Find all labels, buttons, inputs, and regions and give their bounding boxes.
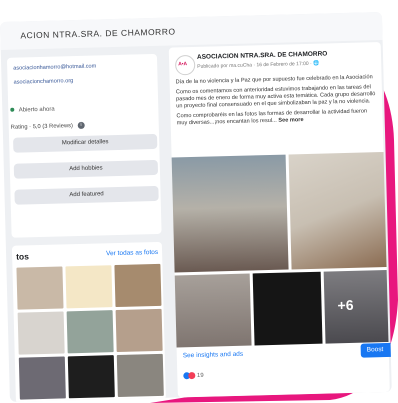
photo-thumbnail[interactable]: [16, 266, 64, 310]
see-all-photos-link[interactable]: Ver todas as fotos: [106, 249, 158, 257]
post-meta: Publicado por ma.cuCha · 16 de Febrero d…: [197, 61, 319, 70]
left-column: asociacionhamorro@hotmail.com asociacion…: [1, 48, 172, 402]
page-avatar[interactable]: A•A: [174, 54, 196, 76]
photos-panel: tos Ver todas as fotos: [11, 241, 166, 402]
more-photos-count: +6: [337, 296, 354, 314]
post-photo-group[interactable]: [171, 154, 289, 273]
reactions-row[interactable]: 19: [183, 372, 204, 380]
rating-row: Rating · 5,0 (3 Reviews) i: [10, 121, 85, 131]
post-meta-text: Publicado por ma.cuCha · 16 de Febrero d…: [197, 60, 314, 70]
photo-thumbnail[interactable]: [17, 311, 65, 355]
info-icon[interactable]: i: [77, 121, 85, 130]
photo-thumbnail[interactable]: [66, 310, 114, 354]
reactions-count: 19: [196, 372, 204, 380]
boost-button[interactable]: Boost: [360, 342, 392, 358]
photos-title: tos: [16, 251, 30, 262]
insights-link[interactable]: See insights and ads: [183, 351, 244, 360]
page-title: ACION NTRA.SRA. DE CHAMORRO: [20, 26, 176, 41]
love-reaction-icon: [188, 372, 196, 380]
status-dot-icon: [10, 108, 15, 113]
photo-thumbnail[interactable]: [116, 353, 164, 398]
globe-icon: 🌐: [313, 60, 320, 67]
photo-thumbnail[interactable]: [115, 308, 163, 353]
add-hobbies-button[interactable]: Add hobbies: [13, 159, 159, 179]
photo-thumbnail[interactable]: [18, 356, 66, 400]
email-link[interactable]: asociacionhamorro@hotmail.com: [13, 63, 96, 71]
photo-thumbnail[interactable]: [67, 355, 115, 399]
intro-panel: asociacionhamorro@hotmail.com asociacion…: [6, 53, 162, 238]
facebook-page-screenshot: ACION NTRA.SRA. DE CHAMORRO asociacionha…: [0, 12, 392, 402]
post-photo-classroom[interactable]: [174, 273, 252, 348]
see-more-link[interactable]: See more: [278, 117, 303, 124]
status-label: Abierto ahora: [18, 106, 55, 114]
edit-details-button[interactable]: Modificar detalles: [13, 133, 158, 153]
photo-thumbnail[interactable]: [65, 265, 113, 309]
post-photo-doves[interactable]: [288, 152, 387, 270]
add-featured-button[interactable]: Add featured: [14, 185, 159, 205]
open-status: Abierto ahora: [10, 107, 55, 114]
post-photo-more[interactable]: [323, 269, 389, 344]
post-paragraph-2: Como os comentamos con anterioridad estu…: [175, 84, 376, 110]
post-photo-hands[interactable]: [252, 271, 323, 346]
rating-label: Rating · 5,0 (3 Reviews): [10, 123, 74, 131]
photo-grid: [16, 263, 164, 400]
post-author[interactable]: ASOCIACION NTRA.SRA. DE CHAMORRO: [197, 50, 328, 60]
post-paragraph-3: Como comprobaréis en las fotos las forma…: [176, 108, 368, 127]
website-link[interactable]: asociacionchamorro.org: [14, 78, 74, 86]
photo-thumbnail[interactable]: [114, 263, 162, 308]
post-card: A•A ASOCIACION NTRA.SRA. DE CHAMORRO Pub…: [168, 42, 392, 398]
post-text: Día de la no violencia y la Paz que por …: [176, 74, 377, 130]
avatar-logo-icon: A•A: [178, 61, 188, 68]
